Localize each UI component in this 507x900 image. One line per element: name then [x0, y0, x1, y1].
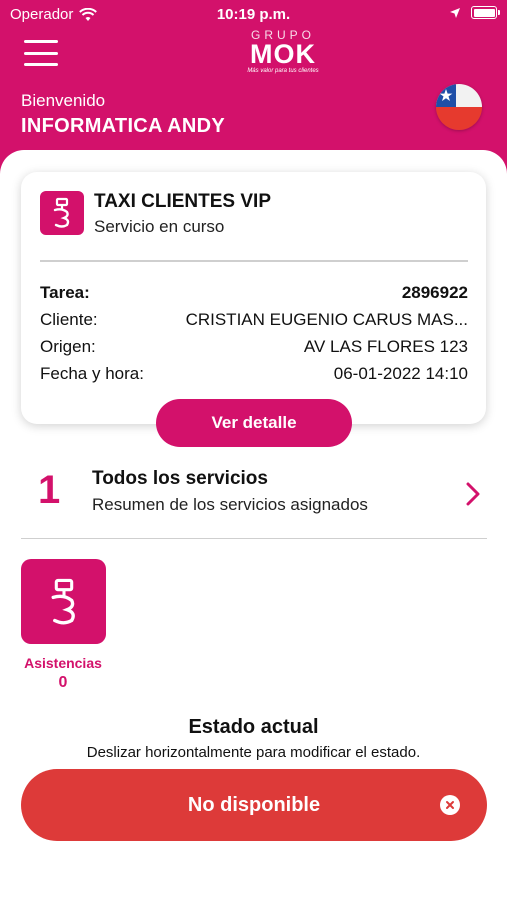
card-divider [40, 260, 468, 262]
grupo-mok-logo: GRUPO MOK Más valor para tus clientes [247, 28, 319, 74]
asistencias-label: Asistencias [24, 655, 102, 671]
service-subtitle: Servicio en curso [94, 217, 225, 236]
row-label: Tarea: [40, 283, 90, 302]
availability-slider[interactable]: No disponible [21, 769, 487, 841]
status-icons [449, 6, 500, 19]
asistencias-tile[interactable] [21, 559, 106, 644]
chevron-right-icon [466, 482, 480, 506]
row-label: Cliente: [40, 310, 98, 329]
asistencias-count: 0 [58, 674, 68, 691]
chile-flag-icon[interactable] [436, 84, 482, 130]
ver-detalle-button[interactable]: Ver detalle [156, 399, 352, 447]
row-value: AV LAS FLORES 123 [303, 337, 468, 356]
detail-row-origen: Origen: AV LAS FLORES 123 [40, 337, 468, 357]
row-label: Fecha y hora: [40, 364, 144, 383]
row-label: Origen: [40, 337, 96, 356]
row-value: CRISTIAN EUGENIO CARUS MAS... [185, 310, 468, 329]
hamburger-menu-icon[interactable] [24, 40, 58, 66]
services-count: 1 [38, 468, 61, 512]
location-arrow-icon [450, 7, 460, 18]
row-value: 06-01-2022 14:10 [333, 364, 468, 383]
detail-row-cliente: Cliente: CRISTIAN EUGENIO CARUS MAS... [40, 310, 468, 330]
status-hint: Deslizar horizontalmente para modificar … [86, 744, 421, 761]
clock: 10:19 p.m. [216, 6, 291, 23]
row-value: 2896922 [401, 283, 468, 302]
services-subtitle: Resumen de los servicios asignados [92, 495, 368, 514]
all-services-row[interactable]: 1 Todos los servicios Resumen de los ser… [0, 460, 507, 524]
close-circle-icon[interactable] [440, 795, 460, 815]
tow-hook-icon [40, 191, 84, 235]
status-title: Estado actual [188, 716, 319, 738]
status-bar: Operador 10:19 p.m. [0, 0, 507, 28]
app-header: Operador 10:19 p.m. GRUPO MOK Más valor … [0, 0, 507, 175]
welcome-text: Bienvenido [21, 91, 106, 110]
status-label: No disponible [187, 793, 321, 816]
current-service-card: TAXI CLIENTES VIP Servicio en curso Tare… [21, 172, 486, 424]
section-divider [21, 538, 487, 539]
service-title: TAXI CLIENTES VIP [94, 191, 272, 212]
detail-row-fecha: Fecha y hora: 06-01-2022 14:10 [40, 364, 468, 384]
detail-row-tarea: Tarea: 2896922 [40, 283, 468, 303]
services-title: Todos los servicios [92, 468, 268, 489]
user-name: INFORMATICA ANDY [21, 115, 226, 137]
tow-hook-icon [51, 578, 75, 624]
battery-icon [471, 6, 500, 19]
